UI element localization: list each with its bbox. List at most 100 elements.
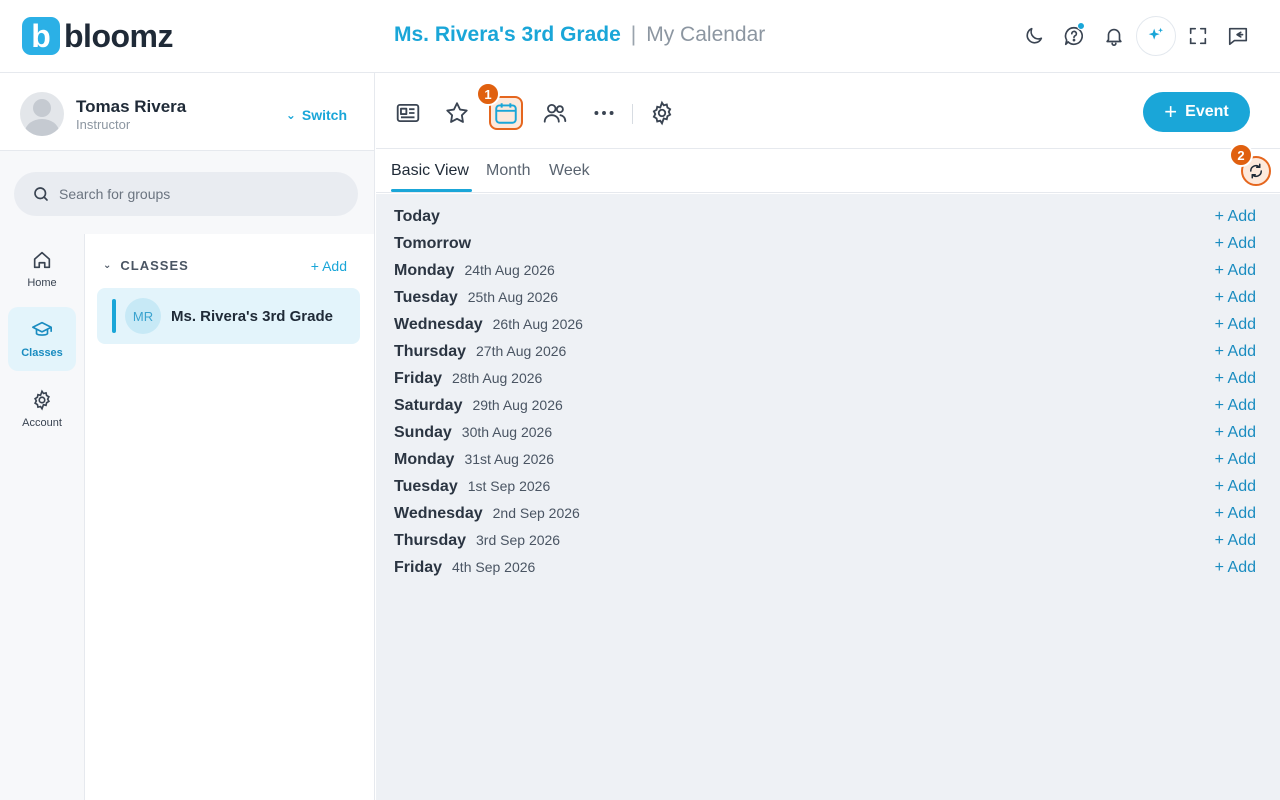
calendar-day-row: Monday 24th Aug 2026 + Add <box>394 262 1256 289</box>
add-event-link[interactable]: + Add <box>1215 316 1256 334</box>
day-date: 4th Sep 2026 <box>452 559 536 575</box>
avatar[interactable] <box>20 92 64 136</box>
ai-sparkle-icon <box>1148 27 1164 40</box>
day-name: Friday <box>394 370 443 387</box>
add-event-link[interactable]: + Add <box>1215 343 1256 361</box>
home-icon <box>33 251 51 269</box>
members-button[interactable] <box>538 96 572 130</box>
calendar-day-row: Saturday 29th Aug 2026 + Add <box>394 397 1256 424</box>
help-button[interactable] <box>1054 16 1094 56</box>
add-event-link[interactable]: + Add <box>1215 370 1256 388</box>
settings-icon <box>652 100 672 126</box>
nav-label-classes: Classes <box>21 347 63 359</box>
day-date: 27th Aug 2026 <box>476 343 567 359</box>
page-title: My Calendar <box>646 23 766 46</box>
bloomz-logo[interactable]: b bloomz <box>22 17 173 55</box>
tab-basic-view[interactable]: Basic View <box>391 162 469 180</box>
top-icons <box>1014 16 1258 56</box>
switch-label: Switch <box>301 107 347 123</box>
add-event-link[interactable]: + Add <box>1215 235 1256 253</box>
class-avatar: MR <box>125 298 161 334</box>
classes-heading: CLASSES <box>120 258 189 273</box>
tab-month[interactable]: Month <box>486 162 530 180</box>
add-event-link[interactable]: + Add <box>1215 478 1256 496</box>
avatar-body <box>25 119 59 136</box>
search-icon <box>34 187 48 201</box>
add-event-link[interactable]: + Add <box>1215 451 1256 469</box>
newsletter-icon <box>396 103 420 123</box>
tab-week[interactable]: Week <box>549 162 590 180</box>
add-event-link[interactable]: + Add <box>1215 289 1256 307</box>
day-date: 3rd Sep 2026 <box>476 532 561 548</box>
add-event-link[interactable]: + Add <box>1215 559 1256 577</box>
day-name: Friday <box>394 559 443 576</box>
feedback-button[interactable] <box>1218 16 1258 56</box>
more-icon <box>594 111 614 115</box>
toolbar-divider <box>632 104 633 124</box>
day-name: Saturday <box>394 397 463 414</box>
group-settings-button[interactable] <box>645 96 679 130</box>
avatar-head <box>33 99 51 117</box>
day-name: Wednesday <box>394 316 483 333</box>
dark-mode-button[interactable] <box>1014 16 1054 56</box>
day-name: Sunday <box>394 424 452 441</box>
nav-item-classes[interactable]: Classes <box>8 307 76 371</box>
add-event-link[interactable]: + Add <box>1215 424 1256 442</box>
switch-button[interactable]: ⌄ Switch <box>286 107 347 123</box>
add-event-link[interactable]: + Add <box>1215 505 1256 523</box>
heading-separator: | <box>630 23 637 46</box>
classes-section-toggle[interactable]: ⌄ CLASSES <box>103 258 189 273</box>
newsletter-button[interactable] <box>391 96 425 130</box>
star-icon <box>446 102 468 123</box>
gear-icon <box>34 389 50 411</box>
day-name: Monday <box>394 451 455 468</box>
day-date: 30th Aug 2026 <box>461 424 553 440</box>
add-event-link[interactable]: + Add <box>1215 208 1256 226</box>
chevron-down-icon: ⌄ <box>103 260 113 271</box>
nav-item-account[interactable]: Account <box>8 377 76 441</box>
calendar-day-row: Thursday 27th Aug 2026 + Add <box>394 343 1256 370</box>
favorites-button[interactable] <box>440 96 474 130</box>
day-name: Tuesday <box>394 478 458 495</box>
day-date: 29th Aug 2026 <box>472 397 563 413</box>
group-search-input[interactable]: Search for groups <box>14 172 358 216</box>
nav-item-home[interactable]: Home <box>8 237 76 301</box>
feedback-icon <box>1228 27 1248 46</box>
add-event-button[interactable]: + Event <box>1143 92 1250 132</box>
page-heading: Ms. Rivera's 3rd Grade | My Calendar <box>394 23 765 47</box>
day-date: 26th Aug 2026 <box>492 316 583 332</box>
fullscreen-button[interactable] <box>1178 16 1218 56</box>
calendar-day-row: Friday 28th Aug 2026 + Add <box>394 370 1256 397</box>
nav-rail: Home Classes Account <box>0 234 85 800</box>
plus-icon: + <box>1164 99 1178 124</box>
nav-label-home: Home <box>27 277 57 289</box>
calendar-list: Today + Add Tomorrow + Add Monday 24th Aug 20… <box>376 194 1280 800</box>
more-button[interactable] <box>587 96 621 130</box>
class-item[interactable]: MR Ms. Rivera's 3rd Grade <box>97 288 360 344</box>
add-event-link[interactable]: + Add <box>1215 397 1256 415</box>
class-name: Ms. Rivera's 3rd Grade <box>171 307 333 325</box>
calendar-day-row: Thursday 3rd Sep 2026 + Add <box>394 532 1256 559</box>
day-date: 2nd Sep 2026 <box>492 505 580 521</box>
active-indicator <box>112 299 116 333</box>
search-area: Search for groups <box>0 151 375 234</box>
step-badge-1: 1 <box>476 82 500 106</box>
day-name: Today <box>394 208 440 225</box>
day-date: 28th Aug 2026 <box>452 370 543 386</box>
calendar-day-row: Monday 31st Aug 2026 + Add <box>394 451 1256 478</box>
add-class-button[interactable]: + Add <box>311 258 347 274</box>
calendar-icon <box>495 103 517 124</box>
calendar-tabs: Basic View Month Week 2 <box>376 143 1280 193</box>
calendar-day-row: Today + Add <box>394 208 1256 235</box>
notifications-button[interactable] <box>1094 16 1134 56</box>
add-event-link[interactable]: + Add <box>1215 532 1256 550</box>
add-event-link[interactable]: + Add <box>1215 262 1256 280</box>
calendar-day-row: Tuesday 1st Sep 2026 + Add <box>394 478 1256 505</box>
calendar-day-row: Wednesday 2nd Sep 2026 + Add <box>394 505 1256 532</box>
step-badge-2: 2 <box>1229 143 1253 167</box>
day-name: Thursday <box>394 532 467 549</box>
search-placeholder: Search for groups <box>59 186 171 202</box>
profile-role: Instructor <box>76 117 131 132</box>
ai-assistant-button[interactable] <box>1136 16 1176 56</box>
current-group-title[interactable]: Ms. Rivera's 3rd Grade <box>394 23 621 47</box>
